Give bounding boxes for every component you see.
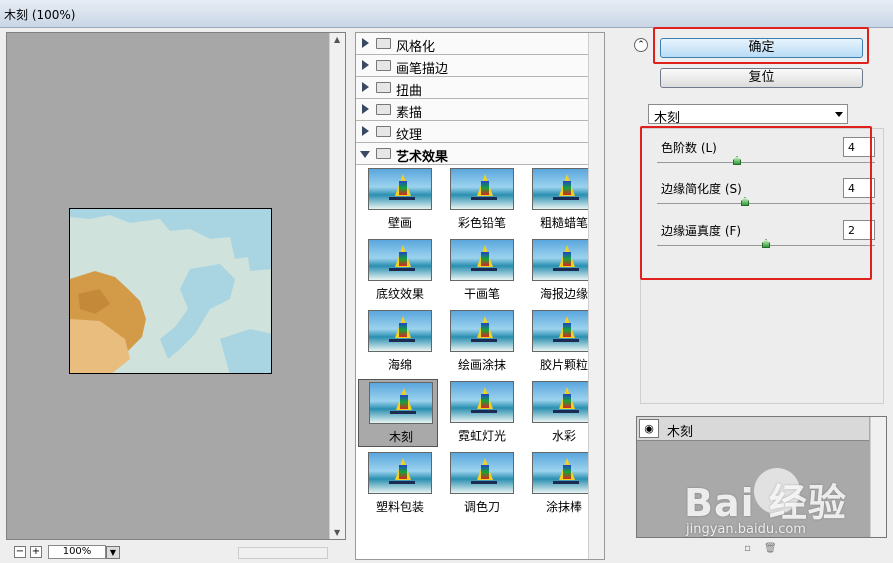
category-stylize[interactable]: 风格化 xyxy=(356,33,604,55)
watermark-url: jingyan.baidu.com xyxy=(686,522,806,537)
layers-scrollbar[interactable] xyxy=(870,417,886,537)
preview-image xyxy=(69,208,272,374)
highlight-box-params xyxy=(640,126,872,280)
filter-preview-image xyxy=(532,381,596,423)
preview-horizontal-scrollbar[interactable] xyxy=(238,547,328,559)
zoom-level-field[interactable]: 100% xyxy=(48,545,106,559)
filter-preview-image xyxy=(450,310,514,352)
category-label: 扭曲 xyxy=(396,84,423,99)
highlight-box-ok xyxy=(653,27,869,64)
filter-preview-image xyxy=(368,452,432,494)
filter-preview-image xyxy=(368,168,432,210)
filter-thumb-label: 海绵 xyxy=(387,358,412,372)
filter-thumb-label: 彩色铅笔 xyxy=(457,216,506,230)
scroll-down-icon[interactable]: ▼ xyxy=(334,528,340,537)
filter-preview-image xyxy=(532,239,596,281)
filter-thumb[interactable]: 塑料包装 xyxy=(358,450,438,518)
filter-gallery: 风格化 画笔描边 扭曲 素描 纹理 艺术效果 壁画 彩色铅笔 粗糙蜡笔 底纹效果 干画笔… xyxy=(355,32,605,560)
filter-thumb-label: 塑料包装 xyxy=(375,500,424,514)
filter-preview-image xyxy=(532,310,596,352)
category-artistic[interactable]: 艺术效果 xyxy=(356,143,604,165)
filter-thumb-label: 霓虹灯光 xyxy=(457,429,506,443)
plus-icon: + xyxy=(31,546,41,557)
filter-preview-image xyxy=(368,310,432,352)
minus-icon: − xyxy=(15,546,25,557)
baidu-watermark: Bai 经验 jingyan.baidu.com xyxy=(684,464,864,544)
scroll-up-icon[interactable]: ▲ xyxy=(334,35,340,44)
double-chevron-up-icon: ⌃ xyxy=(637,40,645,50)
effect-layer-row[interactable]: ◉ 木刻 xyxy=(637,417,869,441)
filter-thumb[interactable]: 霓虹灯光 xyxy=(440,379,520,447)
watermark-brand: Bai 经验 xyxy=(684,481,847,525)
layer-name: 木刻 xyxy=(667,425,694,440)
filter-preview-image xyxy=(450,168,514,210)
filter-thumb-label: 干画笔 xyxy=(463,287,500,301)
category-label: 艺术效果 xyxy=(396,150,449,165)
preview-pane: ▲ ▼ xyxy=(6,32,346,540)
filter-thumb[interactable]: 木刻 xyxy=(358,379,438,447)
folder-open-icon xyxy=(376,148,391,159)
eye-icon[interactable]: ◉ xyxy=(639,419,659,438)
category-brush-strokes[interactable]: 画笔描边 xyxy=(356,55,604,77)
filter-thumb[interactable]: 干画笔 xyxy=(440,237,520,305)
reset-button[interactable]: 复位 xyxy=(660,68,863,88)
filter-thumb[interactable]: 壁画 xyxy=(358,166,438,234)
category-label: 纹理 xyxy=(396,128,423,143)
filter-thumb[interactable]: 海绵 xyxy=(358,308,438,376)
new-layer-icon[interactable]: ▫ xyxy=(742,544,753,555)
folder-icon xyxy=(376,60,391,71)
filter-preview-image xyxy=(532,168,596,210)
category-label: 画笔描边 xyxy=(396,62,449,77)
chevron-down-icon: ▼ xyxy=(109,548,117,557)
preview-zoom-bar: − + 100% ▼ xyxy=(6,543,346,561)
category-sketch[interactable]: 素描 xyxy=(356,99,604,121)
folder-icon xyxy=(376,126,391,137)
zoom-out-button[interactable]: − xyxy=(14,546,26,558)
folder-icon xyxy=(376,82,391,93)
filter-preview-image xyxy=(450,239,514,281)
filter-preview-image xyxy=(450,381,514,423)
category-texture[interactable]: 纹理 xyxy=(356,121,604,143)
expand-triangle-icon[interactable] xyxy=(362,60,369,70)
zoom-dropdown-button[interactable]: ▼ xyxy=(106,546,120,559)
filter-list-scrollbar[interactable] xyxy=(588,33,604,559)
filter-preview-image xyxy=(369,382,433,424)
filter-thumb[interactable]: 绘画涂抹 xyxy=(440,308,520,376)
preview-vertical-scrollbar[interactable]: ▲ ▼ xyxy=(329,33,345,539)
filter-select[interactable]: 木刻 xyxy=(648,104,848,126)
expand-triangle-icon[interactable] xyxy=(362,38,369,48)
window-title: 木刻 (100%) xyxy=(4,8,76,22)
filter-thumb[interactable]: 彩色铅笔 xyxy=(440,166,520,234)
filter-thumb[interactable]: 底纹效果 xyxy=(358,237,438,305)
category-label: 风格化 xyxy=(396,40,436,55)
filter-select-value: 木刻 xyxy=(654,111,681,126)
filter-thumb-label: 绘画涂抹 xyxy=(457,358,506,372)
filter-thumb-label: 壁画 xyxy=(387,216,412,230)
category-distort[interactable]: 扭曲 xyxy=(356,77,604,99)
filter-thumb-label: 调色刀 xyxy=(463,500,500,514)
folder-icon xyxy=(376,104,391,115)
collapse-gallery-button[interactable]: ⌃ xyxy=(634,38,648,52)
collapse-triangle-icon[interactable] xyxy=(360,151,370,158)
filter-thumb-label: 底纹效果 xyxy=(375,287,424,301)
chevron-down-icon xyxy=(835,112,843,117)
filter-preview-image xyxy=(532,452,596,494)
expand-triangle-icon[interactable] xyxy=(362,104,369,114)
filter-thumb[interactable]: 调色刀 xyxy=(440,450,520,518)
folder-icon xyxy=(376,38,391,49)
title-bar: 木刻 (100%) xyxy=(0,0,893,28)
filter-preview-image xyxy=(368,239,432,281)
expand-triangle-icon[interactable] xyxy=(362,82,369,92)
filter-thumb-label: 木刻 xyxy=(388,430,413,444)
filter-preview-image xyxy=(450,452,514,494)
category-label: 素描 xyxy=(396,106,423,121)
trash-icon[interactable]: 🗑 xyxy=(764,544,777,555)
expand-triangle-icon[interactable] xyxy=(362,126,369,136)
zoom-in-button[interactable]: + xyxy=(30,546,42,558)
